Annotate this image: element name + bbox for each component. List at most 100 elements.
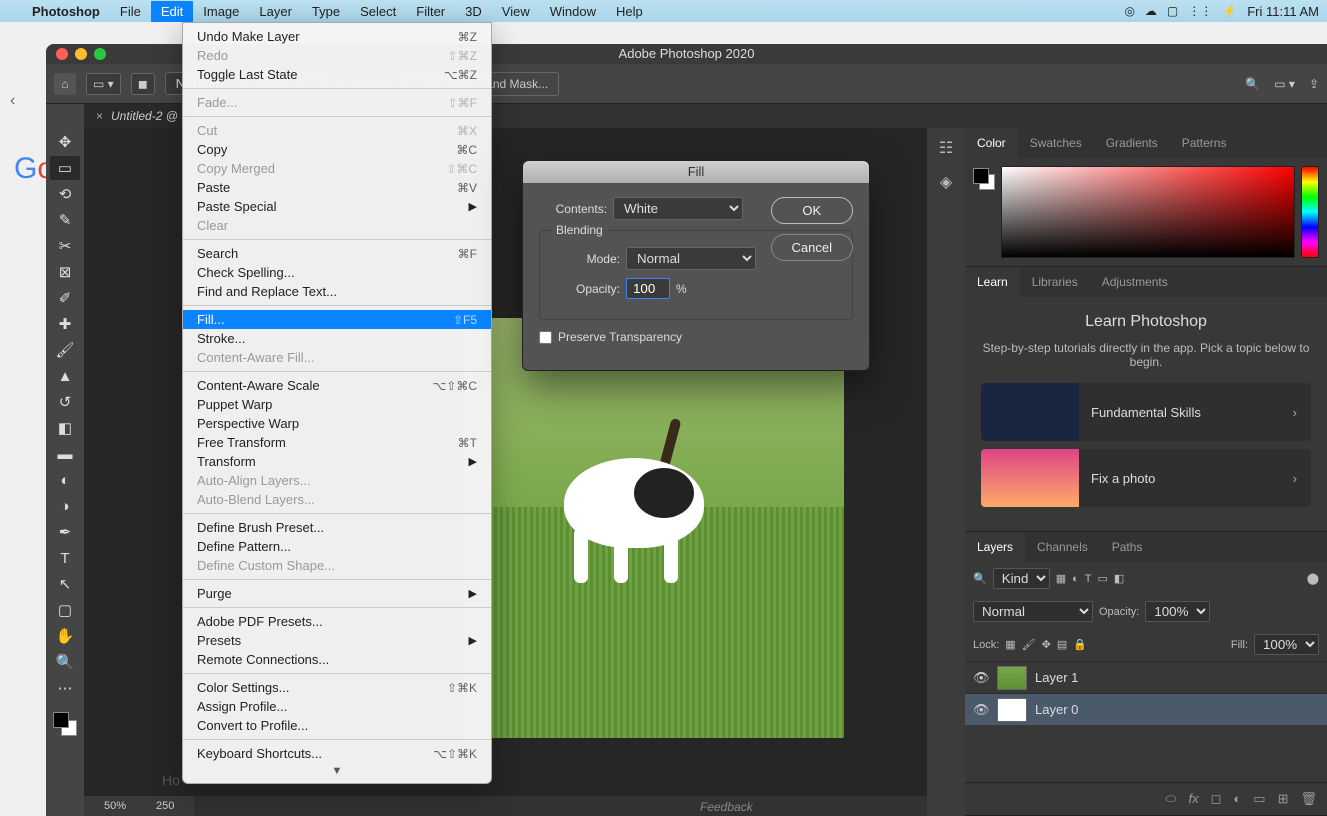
filter-image-icon[interactable]: ▦	[1056, 572, 1066, 585]
rail-icon-1[interactable]: ☷	[939, 138, 953, 158]
menu-edit[interactable]: Edit	[151, 1, 193, 22]
fx-icon[interactable]: fx	[1189, 791, 1199, 807]
opacity-input[interactable]	[626, 278, 670, 299]
ok-button[interactable]: OK	[771, 197, 853, 224]
visibility-icon[interactable]: 👁	[973, 702, 989, 718]
contents-select[interactable]: White	[613, 197, 743, 220]
menu-image[interactable]: Image	[193, 1, 249, 22]
menu-file[interactable]: File	[110, 1, 151, 22]
menu-item[interactable]: Color Settings...⇧⌘K	[183, 678, 491, 697]
layer-opacity[interactable]: 100%	[1145, 601, 1210, 622]
menu-filter[interactable]: Filter	[406, 1, 455, 22]
path-select-tool[interactable]: ↖	[50, 572, 80, 596]
eraser-tool[interactable]: ◧	[50, 416, 80, 440]
menu-item[interactable]: Toggle Last State⌥⌘Z	[183, 65, 491, 84]
lock-move-icon[interactable]: ✥	[1042, 638, 1051, 651]
menu-3d[interactable]: 3D	[455, 1, 492, 22]
adjustment-icon[interactable]: ◐	[1233, 791, 1241, 807]
menu-item[interactable]: Transform▶	[183, 452, 491, 471]
lock-all-icon[interactable]: 🔒	[1073, 638, 1087, 651]
feedback-link[interactable]: Feedback	[700, 800, 753, 814]
filter-toggle[interactable]: ⬤	[1307, 572, 1319, 585]
selection-mode[interactable]: ◼	[131, 73, 155, 95]
stamp-tool[interactable]: ▲	[50, 364, 80, 388]
tab-swatches[interactable]: Swatches	[1018, 128, 1094, 158]
battery-icon[interactable]: ⚡	[1222, 4, 1237, 18]
menu-item[interactable]: Content-Aware Scale⌥⇧⌘C	[183, 376, 491, 395]
learn-card-2[interactable]: Fix a photo ›	[981, 449, 1311, 507]
preserve-transparency-checkbox[interactable]	[539, 331, 552, 344]
group-icon[interactable]: ▭	[1253, 791, 1265, 807]
type-tool[interactable]: T	[50, 546, 80, 570]
brush-tool[interactable]: 🖌	[50, 338, 80, 362]
menu-expand[interactable]: ▼	[183, 763, 491, 779]
app-menu[interactable]: Photoshop	[22, 1, 110, 22]
healing-tool[interactable]: ✚	[50, 312, 80, 336]
tab-paths[interactable]: Paths	[1100, 532, 1155, 562]
window-controls[interactable]	[56, 48, 106, 60]
menu-item[interactable]: Presets▶	[183, 631, 491, 650]
filter-shape-icon[interactable]: ▭	[1098, 572, 1108, 585]
blur-tool[interactable]: ◐	[50, 468, 80, 492]
menu-item[interactable]: Perspective Warp	[183, 414, 491, 433]
rail-icon-2[interactable]: ◈	[940, 172, 952, 192]
filter-type-icon[interactable]: T	[1085, 573, 1092, 585]
tool-preset[interactable]: ▭ ▾	[86, 73, 121, 95]
mask-icon[interactable]: ◻	[1211, 791, 1222, 807]
menu-item[interactable]: Find and Replace Text...	[183, 282, 491, 301]
share-icon[interactable]: ⇪	[1309, 77, 1319, 91]
video-icon[interactable]: ▢	[1167, 4, 1178, 18]
zoom-level[interactable]: 50%	[104, 800, 126, 812]
layer-blend-select[interactable]: Normal	[973, 601, 1093, 622]
layer-kind-filter[interactable]: Kind	[993, 568, 1050, 589]
lock-trans-icon[interactable]: ▦	[1005, 638, 1015, 651]
layer-fill[interactable]: 100%	[1254, 634, 1319, 655]
menu-item[interactable]: Assign Profile...	[183, 697, 491, 716]
tab-libraries[interactable]: Libraries	[1020, 267, 1090, 297]
menu-item[interactable]: Purge▶	[183, 584, 491, 603]
layer-row[interactable]: 👁Layer 0	[965, 693, 1327, 725]
tab-learn[interactable]: Learn	[965, 267, 1020, 297]
tab-gradients[interactable]: Gradients	[1094, 128, 1170, 158]
menu-item[interactable]: Adobe PDF Presets...	[183, 612, 491, 631]
cc-icon[interactable]: ◎	[1124, 4, 1134, 18]
color-field[interactable]	[1001, 166, 1295, 258]
gradient-tool[interactable]: ▬	[50, 442, 80, 466]
frame-tool[interactable]: ⊠	[50, 260, 80, 284]
menu-item[interactable]: Define Pattern...	[183, 537, 491, 556]
menu-layer[interactable]: Layer	[249, 1, 302, 22]
menu-item[interactable]: Puppet Warp	[183, 395, 491, 414]
cloud-icon[interactable]: ☁	[1145, 4, 1157, 18]
tab-layers[interactable]: Layers	[965, 532, 1025, 562]
lasso-tool[interactable]: ⟲	[50, 182, 80, 206]
pen-tool[interactable]: ✒	[50, 520, 80, 544]
search-icon[interactable]: 🔍	[1245, 77, 1260, 91]
mode-select[interactable]: Normal	[626, 247, 756, 270]
link-layers-icon[interactable]: ⬭	[1165, 791, 1176, 807]
filter-adjust-icon[interactable]: ◐	[1072, 573, 1079, 585]
tab-color[interactable]: Color	[965, 128, 1018, 158]
learn-card-1[interactable]: Fundamental Skills ›	[981, 383, 1311, 441]
marquee-tool[interactable]: ▭	[50, 156, 80, 180]
menu-item[interactable]: Fill...⇧F5	[183, 310, 491, 329]
history-brush-tool[interactable]: ↺	[50, 390, 80, 414]
menu-item[interactable]: Paste Special▶	[183, 197, 491, 216]
menu-item[interactable]: Define Brush Preset...	[183, 518, 491, 537]
menu-item[interactable]: Search⌘F	[183, 244, 491, 263]
menu-type[interactable]: Type	[302, 1, 350, 22]
move-tool[interactable]: ✥	[50, 130, 80, 154]
close-tab-icon[interactable]: ×	[96, 109, 103, 123]
menu-item[interactable]: Free Transform⌘T	[183, 433, 491, 452]
zoom-tool[interactable]: 🔍	[50, 650, 80, 674]
workspace-icon[interactable]: ▭ ▾	[1274, 77, 1295, 91]
home-button[interactable]: ⌂	[54, 73, 76, 95]
crop-tool[interactable]: ✂	[50, 234, 80, 258]
tab-patterns[interactable]: Patterns	[1170, 128, 1239, 158]
document-tab[interactable]: × Untitled-2 @	[84, 104, 191, 128]
wifi-icon[interactable]: ⋮⋮	[1188, 4, 1212, 18]
menu-item[interactable]: Copy⌘C	[183, 140, 491, 159]
quick-select-tool[interactable]: ✎	[50, 208, 80, 232]
filter-smart-icon[interactable]: ◧	[1114, 572, 1124, 585]
cancel-button[interactable]: Cancel	[771, 234, 853, 261]
menu-item[interactable]: Undo Make Layer⌘Z	[183, 27, 491, 46]
